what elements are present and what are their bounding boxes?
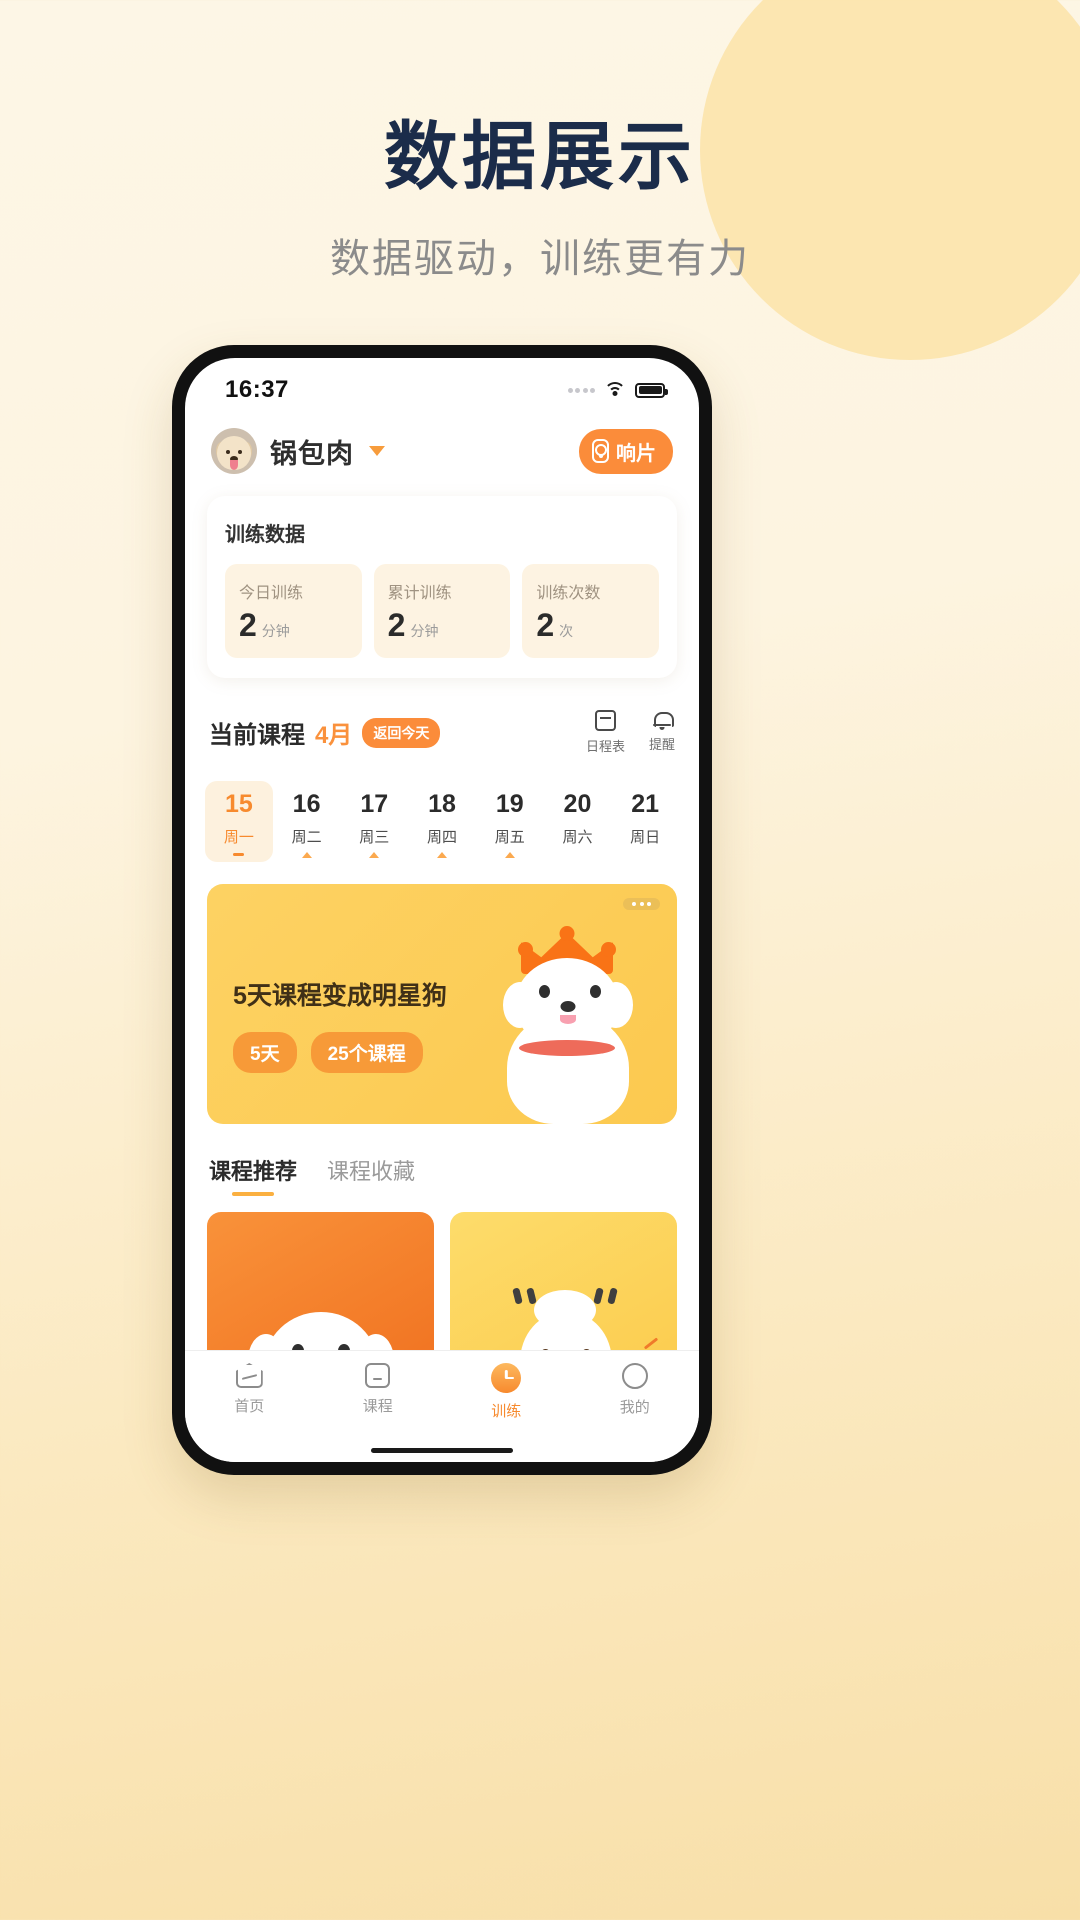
pet-name: 锅包肉 bbox=[270, 438, 354, 469]
calendar-day[interactable]: 15 周一 bbox=[205, 781, 273, 862]
stat-label: 累计训练 bbox=[387, 585, 452, 602]
tab-home[interactable]: 首页 bbox=[185, 1363, 314, 1416]
tab-label: 课程 bbox=[362, 1398, 393, 1415]
calendar-day-number: 16 bbox=[292, 790, 321, 818]
reminder-button[interactable]: 提醒 bbox=[649, 710, 675, 755]
bottom-navigation: 首页 课程 训练 我的 bbox=[185, 1350, 699, 1462]
stat-label: 训练次数 bbox=[536, 585, 601, 602]
calendar-day-number: 17 bbox=[360, 790, 389, 818]
tab-label: 我的 bbox=[619, 1399, 650, 1416]
calendar-day-weekday: 周四 bbox=[427, 829, 458, 846]
calendar-day-weekday: 周二 bbox=[291, 829, 322, 846]
tab-label: 训练 bbox=[491, 1403, 522, 1420]
schedule-label: 日程表 bbox=[585, 739, 625, 754]
tab-profile[interactable]: 我的 bbox=[571, 1363, 700, 1417]
status-bar: 16:37 bbox=[185, 358, 699, 416]
tab-course-recommend[interactable]: 课程推荐 bbox=[209, 1154, 297, 1196]
calendar-day-weekday: 周三 bbox=[359, 829, 390, 846]
day-event-marker bbox=[504, 852, 515, 858]
calendar-day-weekday: 周五 bbox=[494, 829, 525, 846]
clock-icon bbox=[491, 1363, 522, 1393]
wifi-icon bbox=[604, 382, 626, 398]
featured-course-banner[interactable]: 5天课程变成明星狗 5天 25个课程 bbox=[207, 884, 677, 1124]
caret-down-icon[interactable] bbox=[369, 446, 385, 456]
banner-title: 5天课程变成明星狗 bbox=[233, 982, 447, 1010]
stats-row: 今日训练 2 分钟 累计训练 2 分钟 训练次数 2 次 bbox=[225, 564, 660, 658]
calendar-day-weekday: 周一 bbox=[223, 829, 254, 846]
tab-course-favorites[interactable]: 课程收藏 bbox=[327, 1154, 415, 1196]
stat-total[interactable]: 累计训练 2 分钟 bbox=[373, 564, 511, 658]
app-header: 锅包肉 响片 bbox=[185, 416, 699, 474]
calendar-day-number: 20 bbox=[563, 790, 592, 818]
calendar-week-strip: 15 周一 16 周二 17 周三 18 周四 19 周五 20 周六 21 周… bbox=[205, 781, 679, 862]
home-icon bbox=[236, 1363, 263, 1388]
schedule-button[interactable]: 日程表 bbox=[586, 710, 625, 755]
stat-unit: 分钟 bbox=[261, 623, 290, 639]
stat-value: 2 bbox=[536, 607, 555, 643]
calendar-day[interactable]: 18 周四 bbox=[408, 781, 476, 862]
current-month[interactable]: 4月 bbox=[315, 715, 352, 750]
current-course-title: 当前课程 bbox=[209, 722, 305, 749]
calendar-day[interactable]: 21 周日 bbox=[611, 781, 679, 862]
banner-tags: 5天 25个课程 bbox=[233, 1032, 423, 1073]
training-stats-card: 训练数据 今日训练 2 分钟 累计训练 2 分钟 训练次数 2 次 bbox=[207, 496, 677, 678]
stat-value: 2 bbox=[239, 607, 257, 643]
calendar-day[interactable]: 16 周二 bbox=[273, 781, 341, 862]
battery-icon bbox=[635, 382, 668, 398]
day-event-marker bbox=[437, 852, 448, 858]
pet-selector[interactable]: 锅包肉 bbox=[211, 428, 385, 474]
calendar-icon bbox=[594, 710, 616, 731]
clicker-button[interactable]: 响片 bbox=[579, 428, 673, 474]
bell-icon bbox=[652, 710, 674, 730]
calendar-day-weekday: 周六 bbox=[562, 829, 593, 846]
tab-label: 首页 bbox=[234, 1398, 265, 1415]
stat-value: 2 bbox=[387, 607, 406, 643]
status-clock: 16:37 bbox=[225, 376, 289, 403]
book-icon bbox=[365, 1363, 391, 1388]
person-circle-icon bbox=[621, 1363, 648, 1389]
tab-training[interactable]: 训练 bbox=[442, 1363, 571, 1421]
day-event-marker bbox=[369, 852, 380, 858]
pet-avatar[interactable] bbox=[211, 428, 257, 474]
day-event-marker bbox=[301, 852, 312, 858]
calendar-day-number: 15 bbox=[224, 790, 253, 818]
back-to-today-button[interactable]: 返回今天 bbox=[362, 717, 441, 748]
stat-label: 今日训练 bbox=[239, 585, 304, 602]
course-tabs: 课程推荐 课程收藏 bbox=[209, 1154, 675, 1196]
calendar-day[interactable]: 19 周五 bbox=[476, 781, 544, 862]
crowned-dog-illustration bbox=[493, 924, 643, 1124]
banner-tag: 25个课程 bbox=[310, 1032, 423, 1073]
calendar-day-number: 19 bbox=[495, 790, 524, 818]
stats-card-title: 训练数据 bbox=[225, 524, 305, 546]
calendar-day-weekday: 周日 bbox=[630, 829, 661, 846]
banner-tag: 5天 bbox=[233, 1032, 297, 1073]
promo-title: 数据展示 bbox=[384, 115, 696, 198]
calendar-day-number: 18 bbox=[428, 790, 456, 818]
current-course-header: 当前课程 4月 返回今天 日程表 提醒 bbox=[209, 710, 675, 755]
stat-today[interactable]: 今日训练 2 分钟 bbox=[225, 564, 362, 658]
status-indicators bbox=[567, 382, 668, 398]
calendar-day[interactable]: 17 周三 bbox=[340, 781, 408, 862]
tab-courses[interactable]: 课程 bbox=[314, 1363, 443, 1416]
stat-count[interactable]: 训练次数 2 次 bbox=[522, 564, 660, 658]
stat-unit: 次 bbox=[559, 623, 574, 639]
phone-screen: 16:37 锅包肉 响片 训练数据 今日训练 2 分钟 累计训练 2 分钟 训练… bbox=[185, 358, 699, 1462]
stat-unit: 分钟 bbox=[410, 623, 439, 639]
clicker-device-icon bbox=[592, 439, 609, 463]
promo-subtitle: 数据驱动，训练更有力 bbox=[330, 236, 750, 281]
calendar-day-number: 21 bbox=[631, 790, 660, 818]
more-dots-icon[interactable] bbox=[623, 898, 660, 910]
calendar-day[interactable]: 20 周六 bbox=[544, 781, 612, 862]
promo-header: 数据展示 数据驱动，训练更有力 bbox=[0, 118, 1080, 284]
phone-frame: 16:37 锅包肉 响片 训练数据 今日训练 2 分钟 累计训练 2 分钟 训练… bbox=[172, 345, 712, 1475]
home-indicator bbox=[371, 1448, 513, 1453]
reminder-label: 提醒 bbox=[648, 737, 675, 752]
signal-dots-icon bbox=[567, 387, 595, 393]
selected-day-marker bbox=[233, 853, 245, 856]
clicker-button-label: 响片 bbox=[616, 442, 656, 465]
